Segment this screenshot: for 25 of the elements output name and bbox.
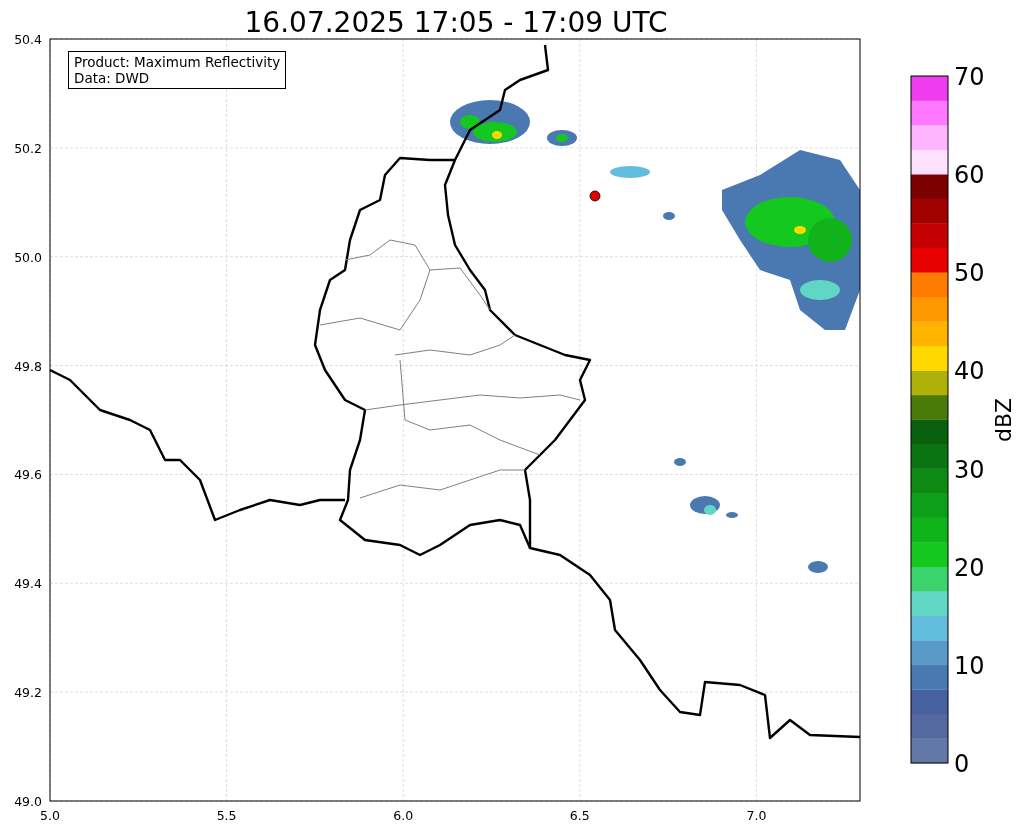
y-tick-label: 49.8 [14,358,42,374]
x-tick-label: 6.5 [569,808,590,823]
colorbar-tick-label: 60 [954,161,985,190]
y-tick-label: 49.0 [14,794,42,809]
y-tick-label: 50.4 [14,32,42,47]
y-tick-label: 49.6 [14,467,42,483]
x-tick-label: 5.5 [216,808,237,823]
map-legend: Product: Maximum Reflectivity Data: DWD [68,51,287,89]
colorbar-tick-label: 70 [954,63,985,91]
colorbar-tick-label: 10 [954,651,985,680]
figure-title: 16.07.2025 17:05 - 17:09 UTC [244,6,668,39]
colorbar-tick-label: 0 [954,750,970,778]
y-tick-label: 50.2 [14,140,42,156]
y-tick-label: 50.0 [14,249,42,265]
colorbar-tick-label: 50 [954,259,985,288]
location-marker [589,190,601,202]
y-tick-label: 49.2 [14,685,42,701]
colorbar-tick-label: 40 [954,357,985,386]
y-tick-label: 49.4 [14,576,42,592]
x-tick-label: 7.0 [746,808,767,823]
x-tick-label: 6.0 [393,808,414,823]
x-tick-label: 5.0 [40,808,60,823]
colorbar-tick-label: 20 [954,553,985,582]
colorbar-tick-label: 30 [954,455,985,484]
colorbar-label: dBZ [991,397,1016,443]
